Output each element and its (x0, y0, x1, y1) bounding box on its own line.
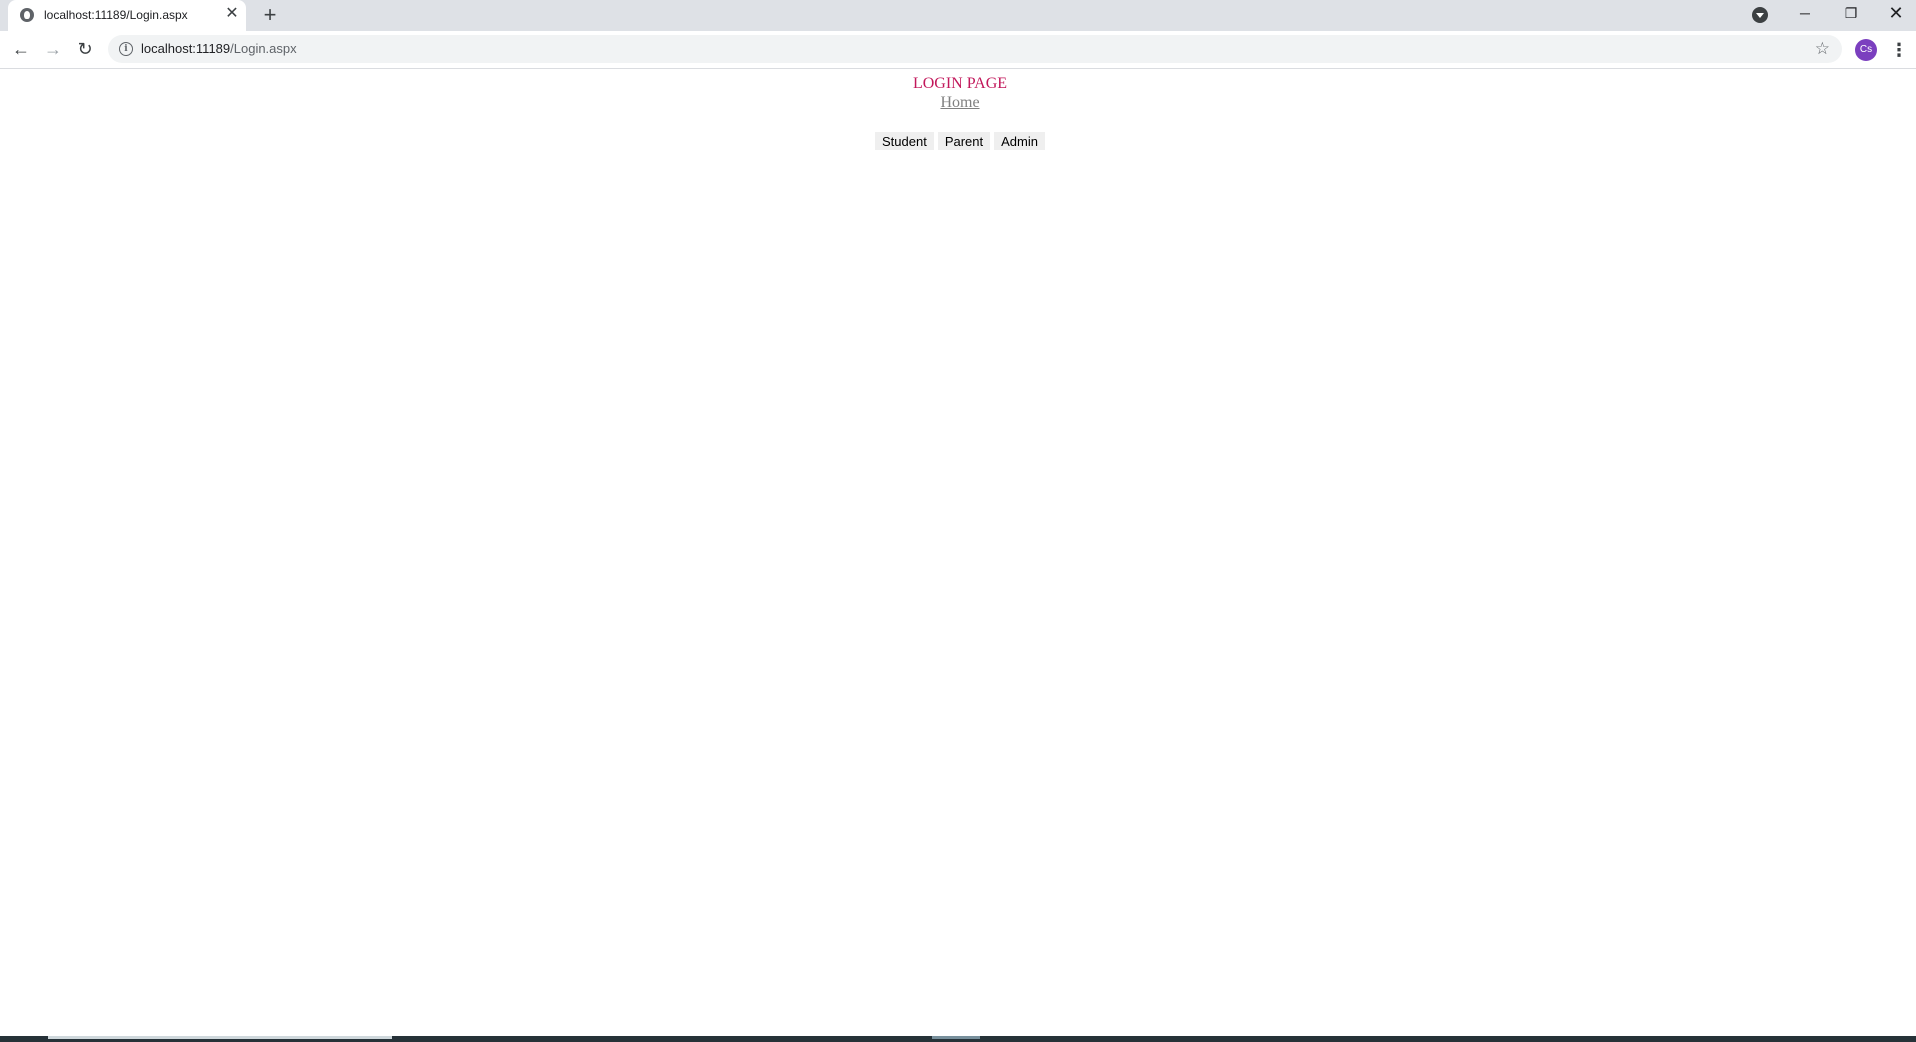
browser-window: localhost:11189/Login.aspx ✕ + ─ ❐ ✕ ← →… (0, 0, 1916, 1042)
tab-active[interactable]: localhost:11189/Login.aspx ✕ (8, 0, 246, 31)
taskbar-segment (932, 1036, 980, 1039)
address-bar[interactable]: i localhost:11189/Login.aspx ☆ (108, 35, 1842, 63)
url-host: localhost:11189 (141, 41, 231, 56)
back-icon[interactable]: ← (9, 37, 33, 61)
new-tab-button[interactable]: + (260, 4, 280, 26)
url-path: /Login.aspx (230, 41, 297, 56)
url-text[interactable]: localhost:11189/Login.aspx (141, 41, 297, 56)
minimize-button[interactable]: ─ (1782, 0, 1828, 26)
student-button[interactable]: Student (875, 132, 934, 150)
forward-icon[interactable]: → (41, 37, 65, 61)
browser-toolbar: ← → ↻ i localhost:11189/Login.aspx ☆ Cs … (0, 31, 1916, 69)
tab-search-icon[interactable] (1752, 7, 1768, 23)
parent-button[interactable]: Parent (937, 132, 991, 150)
role-button-group: Student Parent Admin (0, 132, 1916, 150)
page-content: LOGIN PAGE Home Student Parent Admin (0, 69, 1916, 1036)
close-window-button[interactable]: ✕ (1873, 0, 1916, 26)
tab-title: localhost:11189/Login.aspx (44, 8, 188, 22)
admin-button[interactable]: Admin (994, 132, 1045, 150)
home-link: Home (0, 94, 1916, 112)
home-link-text[interactable]: Home (940, 94, 979, 111)
kebab-menu-icon[interactable]: ⋮ (1890, 39, 1908, 61)
reload-icon[interactable]: ↻ (73, 37, 97, 61)
info-icon[interactable]: i (119, 42, 133, 56)
page-title: LOGIN PAGE (912, 75, 1008, 92)
taskbar-segment (48, 1036, 392, 1039)
restore-button[interactable]: ❐ (1828, 0, 1874, 26)
tab-close-icon[interactable]: ✕ (224, 6, 240, 22)
profile-avatar[interactable]: Cs (1855, 39, 1877, 61)
star-icon[interactable]: ☆ (1815, 39, 1830, 59)
tab-strip: localhost:11189/Login.aspx ✕ + ─ ❐ ✕ (0, 0, 1916, 31)
globe-icon (20, 8, 34, 22)
